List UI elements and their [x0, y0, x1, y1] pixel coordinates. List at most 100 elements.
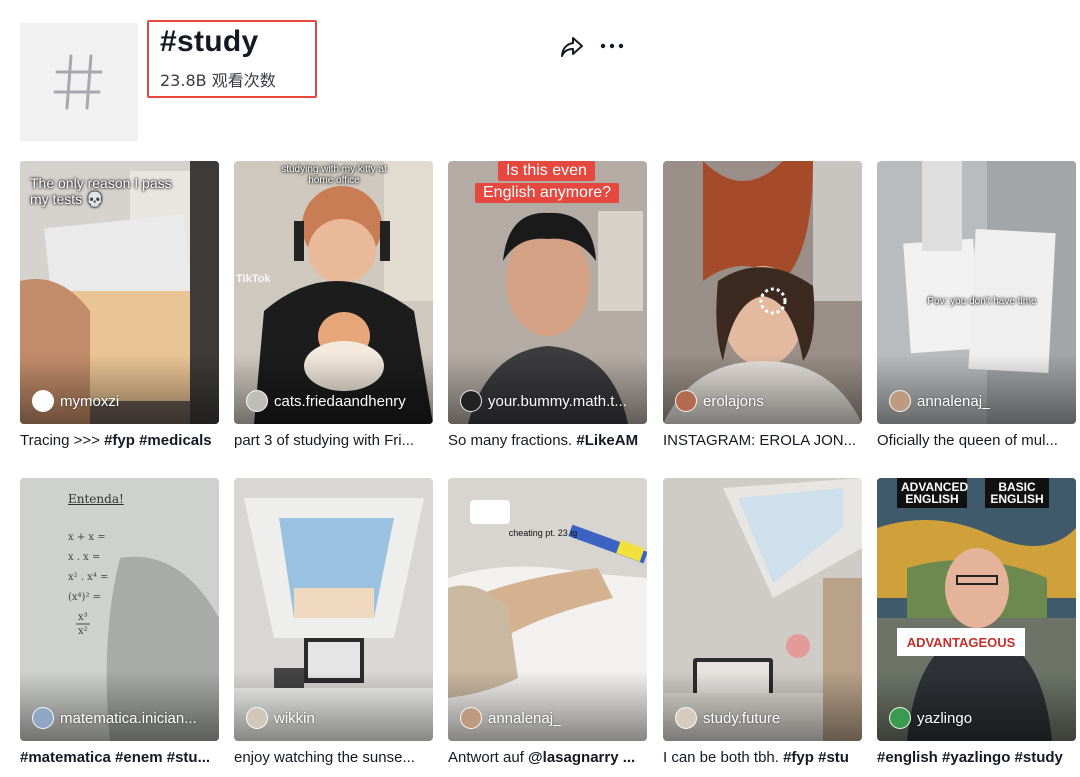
- reply-bubble: [470, 500, 510, 524]
- video-thumbnail[interactable]: ADVANCED ENGLISH BASIC ENGLISH ADVANTAGE…: [877, 478, 1076, 741]
- avatar: [32, 390, 54, 412]
- video-thumbnail[interactable]: cheating pt. 23 ig annalenaj_: [448, 478, 647, 741]
- video-overlay-text: English anymore?: [475, 183, 620, 203]
- avatar: [246, 390, 268, 412]
- video-author[interactable]: your.bummy.math.t...: [460, 390, 642, 412]
- video-author[interactable]: yazlingo: [889, 707, 1071, 729]
- caption-hashtags[interactable]: #fyp #stu: [783, 749, 849, 766]
- video-caption[interactable]: INSTAGRAM: EROLA JON...: [663, 432, 862, 454]
- video-card[interactable]: cheating pt. 23 ig annalenaj_ Antwort au…: [448, 478, 647, 771]
- video-caption[interactable]: I can be both tbh. #fyp #stu: [663, 749, 862, 771]
- watermark: TikTok: [236, 273, 271, 285]
- video-overlay-text: studying with my kitty at home office: [281, 164, 387, 186]
- video-author[interactable]: annalenaj_: [460, 707, 642, 729]
- share-button[interactable]: [558, 33, 586, 61]
- video-card[interactable]: Is this even English anymore? your.bummy…: [448, 161, 647, 454]
- hashtag-header: #study 23.8B 观看次数: [20, 20, 1080, 145]
- caption-text: Antwort auf: [448, 749, 529, 766]
- video-author[interactable]: annalenaj_: [889, 390, 1071, 412]
- video-thumbnail[interactable]: studying with my kitty at home office Ti…: [234, 161, 433, 424]
- video-card[interactable]: ADVANCED ENGLISH BASIC ENGLISH ADVANTAGE…: [877, 478, 1076, 771]
- video-author[interactable]: matematica.inician...: [32, 707, 214, 729]
- video-caption[interactable]: enjoy watching the sunse...: [234, 749, 433, 771]
- video-thumbnail[interactable]: study.future: [663, 478, 862, 741]
- author-name: cats.friedaandhenry: [274, 392, 406, 410]
- video-overlay-text: Is this even: [498, 161, 595, 181]
- video-author[interactable]: cats.friedaandhenry: [246, 390, 428, 412]
- svg-text:x + x =: x + x =: [68, 532, 106, 543]
- author-name: matematica.inician...: [60, 709, 197, 727]
- hashtag-icon: [53, 54, 103, 110]
- video-thumbnail[interactable]: erolajons: [663, 161, 862, 424]
- caption-text: INSTAGRAM: EROLA JON...: [663, 432, 857, 449]
- caption-hashtags[interactable]: #english #yazlingo #study: [877, 749, 1063, 766]
- video-thumbnail[interactable]: The only reason I pass my tests 💀 mymoxz…: [20, 161, 219, 424]
- author-name: erolajons: [703, 392, 764, 410]
- video-card[interactable]: studying with my kitty at home office Ti…: [234, 161, 433, 454]
- video-card[interactable]: erolajons INSTAGRAM: EROLA JON...: [663, 161, 862, 454]
- video-overlay-text: Pov: you don't have time: [927, 296, 1037, 307]
- more-options-button[interactable]: [598, 33, 626, 61]
- video-overlay-text: The only reason I pass my tests 💀: [30, 175, 172, 207]
- caption-text: enjoy watching the sunse...: [234, 749, 415, 766]
- video-card[interactable]: wikkin enjoy watching the sunse...: [234, 478, 433, 771]
- video-card[interactable]: x + x = x . x = x² . x⁴ = (x⁴)² = x³ x² …: [20, 478, 219, 771]
- avatar: [460, 390, 482, 412]
- avatar: [675, 390, 697, 412]
- caption-hashtags[interactable]: #LikeAM: [576, 432, 638, 449]
- avatar: [675, 707, 697, 729]
- video-author[interactable]: mymoxzi: [32, 390, 214, 412]
- author-name: wikkin: [274, 709, 315, 727]
- caption-hashtags[interactable]: #matematica #enem #stu...: [20, 749, 210, 766]
- hashtag-title-highlight: #study 23.8B 观看次数: [147, 20, 317, 98]
- author-name: annalenaj_: [917, 392, 991, 410]
- caption-text: So many fractions.: [448, 432, 577, 449]
- video-caption[interactable]: Oficially the queen of mul...: [877, 432, 1076, 454]
- video-author[interactable]: wikkin: [246, 707, 428, 729]
- author-name: study.future: [703, 709, 781, 727]
- video-caption[interactable]: #english #yazlingo #study: [877, 749, 1076, 771]
- video-overlay-tag: BASIC ENGLISH: [985, 478, 1049, 508]
- avatar: [32, 707, 54, 729]
- video-thumbnail[interactable]: x + x = x . x = x² . x⁴ = (x⁴)² = x³ x² …: [20, 478, 219, 741]
- svg-text:(x⁴)² =: (x⁴)² =: [68, 592, 101, 603]
- video-card[interactable]: Pov: you don't have time annalenaj_ Ofic…: [877, 161, 1076, 454]
- hashtag-title: #study: [160, 25, 259, 58]
- video-author[interactable]: study.future: [675, 707, 857, 729]
- video-overlay-tag: ADVANCED ENGLISH: [897, 478, 968, 508]
- svg-text:x . x =: x . x =: [68, 552, 100, 563]
- avatar: [889, 390, 911, 412]
- video-overlay-text: cheating pt. 23 ig: [508, 528, 578, 538]
- author-name: mymoxzi: [60, 392, 120, 410]
- avatar: [246, 707, 268, 729]
- caption-hashtags[interactable]: @lasagnarry ...: [528, 749, 635, 766]
- avatar: [889, 707, 911, 729]
- caption-text: Oficially the queen of mul...: [877, 432, 1058, 449]
- video-thumbnail[interactable]: Pov: you don't have time annalenaj_: [877, 161, 1076, 424]
- share-arrow-icon: [561, 37, 583, 57]
- author-name: annalenaj_: [488, 709, 562, 727]
- video-card[interactable]: The only reason I pass my tests 💀 mymoxz…: [20, 161, 219, 454]
- author-name: your.bummy.math.t...: [488, 392, 627, 410]
- video-thumbnail[interactable]: Is this even English anymore? your.bummy…: [448, 161, 647, 424]
- video-author[interactable]: erolajons: [675, 390, 857, 412]
- author-name: yazlingo: [917, 709, 973, 727]
- video-card[interactable]: study.future I can be both tbh. #fyp #st…: [663, 478, 862, 771]
- more-dots-icon: [600, 43, 624, 49]
- avatar: [460, 707, 482, 729]
- video-caption[interactable]: #matematica #enem #stu...: [20, 749, 219, 771]
- svg-text:x³: x³: [78, 612, 88, 623]
- video-caption[interactable]: part 3 of studying with Fri...: [234, 432, 433, 454]
- svg-text:x²: x²: [78, 626, 88, 637]
- caption-text: Tracing >>>: [20, 432, 105, 449]
- caption-hashtags[interactable]: #fyp #medicals: [104, 432, 212, 449]
- hashtag-view-count: 23.8B 观看次数: [160, 71, 276, 90]
- video-thumbnail[interactable]: wikkin: [234, 478, 433, 741]
- caption-text: I can be both tbh.: [663, 749, 784, 766]
- video-overlay-text: Entenda!: [68, 492, 124, 506]
- video-caption[interactable]: So many fractions. #LikeAM: [448, 432, 647, 454]
- hashtag-avatar: [20, 23, 138, 141]
- video-caption[interactable]: Antwort auf @lasagnarry ...: [448, 749, 647, 771]
- video-caption[interactable]: Tracing >>> #fyp #medicals: [20, 432, 219, 454]
- video-overlay-sign: ADVANTAGEOUS: [897, 628, 1025, 656]
